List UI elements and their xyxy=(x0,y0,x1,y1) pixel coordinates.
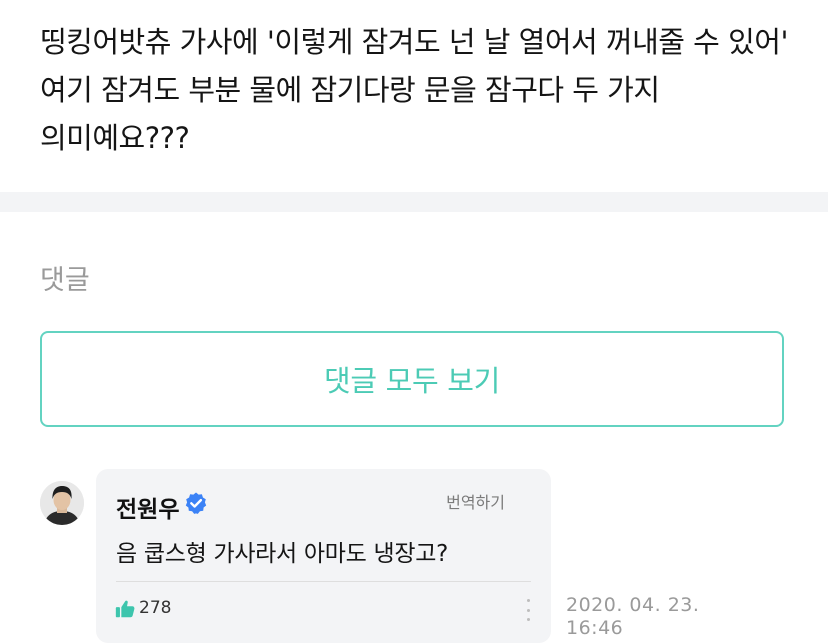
comment-author-name[interactable]: 전원우 xyxy=(116,490,179,524)
translate-button[interactable]: 번역하기 xyxy=(446,489,505,513)
profile-photo xyxy=(40,481,84,525)
more-vertical-icon[interactable] xyxy=(525,599,531,621)
post-question-text: 띵킹어밧츄 가사에 '이렇게 잠겨도 넌 날 열어서 꺼내줄 수 있어' 여기 … xyxy=(40,25,788,155)
like-count: 278 xyxy=(139,598,172,618)
thumbs-up-icon[interactable] xyxy=(114,598,136,620)
section-divider xyxy=(0,192,828,212)
avatar[interactable] xyxy=(40,481,84,525)
comment-time: 16:46 xyxy=(566,617,624,639)
view-all-comments-button[interactable]: 댓글 모두 보기 xyxy=(40,331,784,427)
comments-section-label: 댓글 xyxy=(40,265,90,296)
comment-bubble: 전원우 번역하기 음 쿱스형 가사라서 아마도 냉장고? 278 xyxy=(96,469,551,643)
comment-divider xyxy=(116,581,531,582)
verified-badge-icon xyxy=(185,492,207,514)
comment-timestamp: 2020. 04. 23. 16:46 xyxy=(566,594,726,640)
comment-text: 음 쿱스형 가사라서 아마도 냉장고? xyxy=(116,541,448,567)
comment-date: 2020. 04. 23. xyxy=(566,594,700,616)
